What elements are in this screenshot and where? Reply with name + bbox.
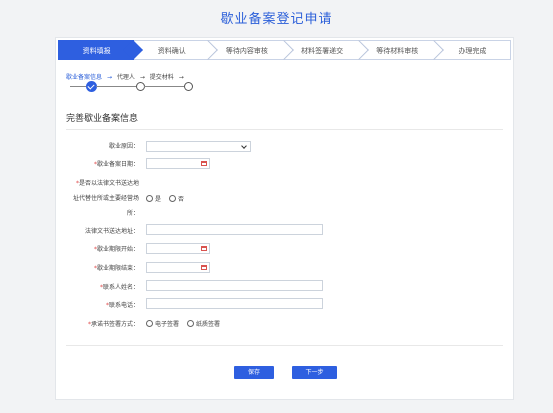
radio-paper[interactable]: 纸质签署 [186, 320, 220, 328]
calendar-icon[interactable] [201, 161, 207, 166]
step-sign-submit: 材料签署递交 [284, 40, 369, 60]
save-button[interactable]: 保存 [234, 366, 274, 379]
step-label: 等待内容审核 [225, 47, 268, 55]
step-label: 材料签署递交 [301, 47, 344, 55]
substep-submit-materials[interactable]: 提交材料 [150, 74, 174, 81]
reason-label: 歇业原因： [108, 143, 139, 150]
arrow-right-icon: → [106, 74, 112, 81]
contact-phone-label: *联系电话： [56, 301, 139, 310]
period-start-label-text: 歇业期限开始： [96, 246, 139, 253]
radio-yes-label: 是 [155, 196, 162, 203]
period-end-input[interactable] [146, 262, 210, 273]
question-text: 是否以法律文书送达地 [78, 180, 139, 187]
reason-select[interactable] [146, 141, 251, 152]
radio-circle-icon[interactable] [146, 320, 153, 327]
radio-no-label: 否 [177, 196, 184, 203]
step-data-confirm: 资料确认 [134, 40, 219, 60]
period-end-label-text: 歇业期限结束： [96, 265, 139, 272]
arrow-right-icon: → [178, 74, 184, 81]
progress-steps: 资料填报 资料确认 等待内容审核 材料签署递交 等待材料审核 办理完成 [58, 40, 512, 60]
legal-address-label: 法律文书送达地址： [84, 228, 139, 235]
radio-no[interactable]: 否 [168, 195, 184, 203]
calendar-icon[interactable] [201, 246, 207, 251]
contact-phone-input[interactable] [146, 298, 323, 309]
track-line [96, 86, 136, 87]
calendar-icon[interactable] [201, 265, 207, 270]
arrow-right-icon: → [139, 74, 145, 81]
form-card: 资料填报 资料确认 等待内容审核 材料签署递交 等待材料审核 办理完成 歇业备案… [55, 37, 514, 400]
filing-date-label-text: 歇业备案日期： [96, 161, 139, 168]
track-line [70, 86, 86, 87]
substep-filing-info[interactable]: 歇业备案信息 [66, 74, 102, 81]
period-start-label: *歇业期限开始： [56, 245, 139, 254]
period-end-label: *歇业期限结束： [56, 264, 139, 273]
chevron-down-icon [241, 143, 247, 149]
contact-name-input[interactable] [146, 280, 323, 291]
step-content-review: 等待内容审核 [209, 40, 294, 60]
service-address-radio-group: 是 否 [146, 194, 190, 203]
radio-yes[interactable]: 是 [146, 195, 162, 203]
filing-date-label: *歇业备案日期： [56, 160, 139, 169]
radio-electronic-label: 电子签署 [155, 321, 180, 328]
service-address-question-line3: 所： [126, 210, 139, 217]
radio-circle-icon[interactable] [168, 195, 176, 202]
period-start-input[interactable] [146, 243, 210, 254]
legal-address-input[interactable] [146, 224, 323, 235]
step-label: 办理完成 [458, 47, 487, 55]
service-address-question-line2: 址代替住所或主要经营场 [72, 195, 139, 202]
step-label: 资料确认 [157, 47, 186, 55]
contact-name-label-text: 联系人姓名： [102, 284, 139, 291]
contact-phone-label-text: 联系电话： [108, 302, 139, 309]
page-title: 歇业备案登记申请 [220, 12, 333, 27]
substep-agent[interactable]: 代理人 [117, 74, 135, 81]
divider [66, 129, 503, 130]
track-line [144, 86, 184, 87]
sub-steps: 歇业备案信息 → 代理人 → 提交材料 → [66, 72, 187, 81]
step-label: 等待材料审核 [376, 47, 419, 55]
service-address-question-line1: *是否以法律文书送达地 [56, 179, 139, 188]
contact-name-label: *联系人姓名： [56, 283, 139, 292]
sub-steps-track [70, 81, 200, 92]
step-dot [184, 82, 193, 91]
step-complete: 办理完成 [434, 40, 512, 60]
radio-circle-icon[interactable] [186, 320, 194, 327]
step-data-fill: 资料填报 [58, 40, 144, 60]
sign-method-label-text: 承诺书签署方式： [90, 321, 139, 328]
radio-electronic[interactable]: 电子签署 [146, 320, 180, 328]
divider [66, 345, 503, 346]
filing-date-input[interactable] [146, 158, 210, 169]
step-material-review: 等待材料审核 [359, 40, 444, 60]
section-title: 完善歇业备案信息 [66, 114, 139, 124]
next-step-button[interactable]: 下一步 [292, 366, 337, 379]
step-label: 资料填报 [82, 47, 111, 55]
radio-circle-icon[interactable] [146, 195, 153, 202]
sign-method-radio-group: 电子签署 纸质签署 [146, 319, 226, 328]
radio-paper-label: 纸质签署 [195, 321, 220, 328]
sign-method-label: *承诺书签署方式： [56, 320, 139, 329]
